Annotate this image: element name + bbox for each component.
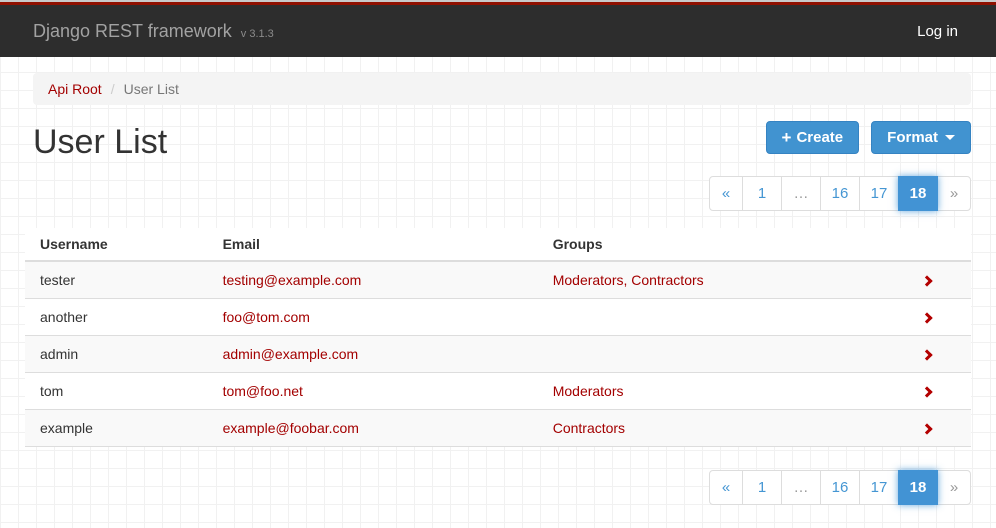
pagination-next: » bbox=[937, 176, 971, 211]
email-link[interactable]: admin@example.com bbox=[223, 346, 359, 362]
main-content: Api Root / User List User List + Create … bbox=[25, 73, 971, 505]
row-detail-chevron-icon[interactable] bbox=[922, 275, 933, 286]
pagination-item: « bbox=[709, 176, 743, 211]
title-row: User List + Create Format bbox=[25, 121, 971, 162]
username-cell: example bbox=[25, 410, 208, 447]
create-button[interactable]: + Create bbox=[766, 121, 860, 154]
page-title: User List bbox=[33, 123, 167, 162]
pagination-top-row: «1…161718» bbox=[25, 176, 971, 211]
breadcrumb-separator: / bbox=[111, 81, 115, 97]
pagination-ellipsis: … bbox=[781, 470, 821, 505]
groups-link[interactable]: Moderators bbox=[553, 383, 624, 399]
pagination-page-1[interactable]: 1 bbox=[742, 470, 782, 505]
detail-cell bbox=[884, 261, 971, 299]
format-button-label: Format bbox=[887, 129, 938, 146]
groups-cell bbox=[538, 336, 884, 373]
pagination-item: » bbox=[938, 470, 971, 505]
pagination-item: 1 bbox=[743, 176, 782, 211]
pagination-item: … bbox=[782, 470, 821, 505]
pagination-item: 16 bbox=[821, 176, 860, 211]
pagination-page-18[interactable]: 18 bbox=[898, 176, 938, 211]
table-row: another foo@tom.com bbox=[25, 299, 971, 336]
pagination-item: 17 bbox=[860, 470, 899, 505]
pagination-item: 16 bbox=[821, 470, 860, 505]
pagination-prev[interactable]: « bbox=[709, 176, 743, 211]
row-detail-chevron-icon[interactable] bbox=[922, 423, 933, 434]
detail-cell bbox=[884, 373, 971, 410]
toolbar: + Create Format bbox=[766, 121, 971, 154]
caret-down-icon bbox=[945, 135, 955, 140]
column-header-email: Email bbox=[208, 228, 538, 261]
table-header-row: Username Email Groups bbox=[25, 228, 971, 261]
pagination-bottom: «1…161718» bbox=[709, 470, 971, 505]
breadcrumb-item: Api Root bbox=[48, 81, 102, 97]
breadcrumb: Api Root / User List bbox=[33, 73, 971, 105]
username-cell: tom bbox=[25, 373, 208, 410]
table-row: tester testing@example.com Moderators, Con… bbox=[25, 261, 971, 299]
pagination-item: » bbox=[938, 176, 971, 211]
row-detail-chevron-icon[interactable] bbox=[922, 386, 933, 397]
table-row: admin admin@example.com bbox=[25, 336, 971, 373]
groups-cell: Moderators, Contractors bbox=[538, 261, 884, 299]
username-cell: tester bbox=[25, 261, 208, 299]
pagination-page-17[interactable]: 17 bbox=[859, 470, 899, 505]
pagination-item: 17 bbox=[860, 176, 899, 211]
groups-cell: Contractors bbox=[538, 410, 884, 447]
email-cell: admin@example.com bbox=[208, 336, 538, 373]
username-cell: admin bbox=[25, 336, 208, 373]
email-cell: example@foobar.com bbox=[208, 410, 538, 447]
column-header-detail bbox=[884, 228, 971, 261]
user-table: Username Email Groups tester testing@exam… bbox=[25, 228, 971, 447]
brand-link[interactable]: Django REST framework v 3.1.3 bbox=[33, 21, 274, 42]
pagination-bottom-row: «1…161718» bbox=[25, 470, 971, 505]
breadcrumb-link-api-root[interactable]: Api Root bbox=[48, 81, 102, 97]
row-detail-chevron-icon[interactable] bbox=[922, 312, 933, 323]
brand-version: v 3.1.3 bbox=[241, 28, 274, 40]
pagination-ellipsis: … bbox=[781, 176, 821, 211]
email-cell: testing@example.com bbox=[208, 261, 538, 299]
detail-cell bbox=[884, 299, 971, 336]
pagination-page-1[interactable]: 1 bbox=[742, 176, 782, 211]
row-detail-chevron-icon[interactable] bbox=[922, 349, 933, 360]
brand-title: Django REST framework bbox=[33, 21, 232, 41]
plus-icon: + bbox=[782, 131, 792, 145]
pagination-item: … bbox=[782, 176, 821, 211]
column-header-groups: Groups bbox=[538, 228, 884, 261]
email-link[interactable]: foo@tom.com bbox=[223, 309, 310, 325]
email-cell: foo@tom.com bbox=[208, 299, 538, 336]
pagination-item: 18 bbox=[899, 176, 938, 211]
pagination-item: 18 bbox=[899, 470, 938, 505]
email-cell: tom@foo.net bbox=[208, 373, 538, 410]
username-cell: another bbox=[25, 299, 208, 336]
format-dropdown-button[interactable]: Format bbox=[871, 121, 971, 154]
pagination-page-18[interactable]: 18 bbox=[898, 470, 938, 505]
email-link[interactable]: example@foobar.com bbox=[223, 420, 359, 436]
login-link[interactable]: Log in bbox=[917, 23, 958, 40]
pagination-next: » bbox=[937, 470, 971, 505]
groups-cell: Moderators bbox=[538, 373, 884, 410]
groups-link[interactable]: Moderators, Contractors bbox=[553, 272, 704, 288]
pagination-page-17[interactable]: 17 bbox=[859, 176, 899, 211]
pagination-page-16[interactable]: 16 bbox=[820, 176, 860, 211]
email-link[interactable]: testing@example.com bbox=[223, 272, 362, 288]
table-row: example example@foobar.com Contractors bbox=[25, 410, 971, 447]
column-header-username: Username bbox=[25, 228, 208, 261]
create-button-label: Create bbox=[796, 129, 843, 146]
groups-cell bbox=[538, 299, 884, 336]
pagination-top: «1…161718» bbox=[709, 176, 971, 211]
table-row: tom tom@foo.net Moderators bbox=[25, 373, 971, 410]
groups-link[interactable]: Contractors bbox=[553, 420, 625, 436]
navbar: Django REST framework v 3.1.3 Log in bbox=[0, 5, 996, 57]
pagination-prev[interactable]: « bbox=[709, 470, 743, 505]
detail-cell bbox=[884, 410, 971, 447]
breadcrumb-current: User List bbox=[124, 81, 179, 97]
detail-cell bbox=[884, 336, 971, 373]
pagination-item: « bbox=[709, 470, 743, 505]
pagination-item: 1 bbox=[743, 470, 782, 505]
pagination-page-16[interactable]: 16 bbox=[820, 470, 860, 505]
email-link[interactable]: tom@foo.net bbox=[223, 383, 303, 399]
